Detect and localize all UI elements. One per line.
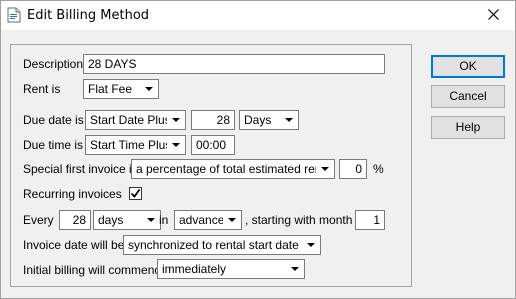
description-input[interactable]: 28 DAYS [83, 54, 385, 74]
billing-settings-panel: Description 28 DAYS Rent is Flat Fee Due… [10, 44, 412, 287]
due-time-basis-value: Start Time Plus [90, 138, 172, 152]
chevron-down-icon [223, 211, 241, 229]
in-timing-value: advance [179, 213, 225, 227]
special-invoice-percent-input[interactable]: 0 [339, 159, 367, 179]
due-date-basis-select[interactable]: Start Date Plus [85, 110, 186, 130]
in-label: in [159, 213, 169, 227]
description-label: Description [23, 57, 84, 71]
every-unit-value: days [98, 213, 124, 227]
title-bar: Edit Billing Method [1, 1, 515, 30]
every-unit-select[interactable]: days [93, 210, 161, 230]
due-date-basis-value: Start Date Plus [90, 113, 171, 127]
due-date-amount-input[interactable]: 28 [191, 110, 235, 130]
special-invoice-select[interactable]: a percentage of total estimated rent [131, 159, 335, 179]
due-date-unit-value: Days [244, 113, 272, 127]
chevron-down-icon [167, 111, 185, 129]
rent-type-value: Flat Fee [88, 82, 133, 96]
close-button[interactable] [471, 1, 515, 30]
chevron-down-icon [142, 211, 160, 229]
cancel-button[interactable]: Cancel [431, 85, 505, 108]
close-icon [487, 8, 499, 23]
due-time-input[interactable]: 00:00 [191, 135, 235, 155]
invoice-date-value: synchronized to rental start date [128, 238, 299, 252]
starting-month-label: , starting with month [245, 213, 353, 227]
chevron-down-icon [140, 80, 158, 98]
invoice-date-select[interactable]: synchronized to rental start date [123, 235, 321, 255]
due-time-basis-select[interactable]: Start Time Plus [85, 135, 186, 155]
checkmark-icon [130, 188, 141, 198]
every-label: Every [23, 213, 54, 227]
rent-type-select[interactable]: Flat Fee [83, 79, 159, 99]
invoice-date-label: Invoice date will be [23, 238, 125, 252]
help-button[interactable]: Help [431, 116, 505, 139]
edit-billing-method-dialog: Edit Billing Method Description 28 DAYS … [0, 0, 516, 299]
initial-billing-label: Initial billing will commence [23, 263, 168, 277]
ok-button[interactable]: OK [431, 55, 505, 78]
chevron-down-icon [316, 160, 334, 178]
initial-billing-value: immediately [162, 262, 227, 276]
percent-sign: % [373, 162, 384, 176]
chevron-down-icon [280, 111, 298, 129]
chevron-down-icon [167, 136, 185, 154]
special-invoice-label: Special first invoice is [23, 162, 138, 176]
special-invoice-value: a percentage of total estimated rent [136, 162, 325, 176]
initial-billing-select[interactable]: immediately [157, 259, 305, 279]
due-time-label: Due time is [23, 138, 84, 152]
chevron-down-icon [302, 236, 320, 254]
recurring-invoices-checkbox[interactable] [129, 187, 142, 200]
in-timing-select[interactable]: advance [174, 210, 242, 230]
due-date-label: Due date is [23, 113, 84, 127]
due-date-unit-select[interactable]: Days [239, 110, 299, 130]
rent-label: Rent is [23, 82, 61, 96]
every-amount-input[interactable]: 28 [59, 210, 91, 230]
starting-month-input[interactable]: 1 [355, 210, 385, 230]
recurring-invoices-label: Recurring invoices [23, 187, 122, 201]
chevron-down-icon [286, 260, 304, 278]
window-title: Edit Billing Method [27, 8, 150, 23]
document-icon [7, 7, 21, 23]
